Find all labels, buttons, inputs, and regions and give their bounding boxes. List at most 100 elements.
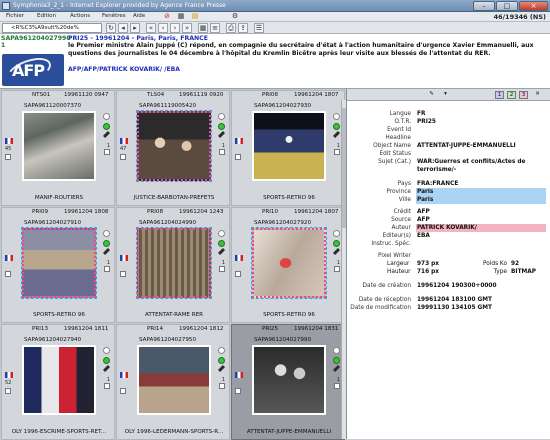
mark-checkbox[interactable]: [219, 383, 225, 389]
flag-icon[interactable]: ▦: [176, 12, 186, 22]
status-green-icon[interactable]: [103, 123, 110, 130]
status-circle-icon[interactable]: [218, 347, 225, 354]
status-circle-icon[interactable]: [218, 113, 225, 120]
status-circle-icon[interactable]: [333, 230, 340, 237]
edit-pencil-icon[interactable]: [333, 365, 340, 372]
select-checkbox[interactable]: [235, 154, 241, 160]
detail-row: Date de réception 19961204 183100 GMT: [347, 296, 550, 304]
status-circle-icon[interactable]: [103, 230, 110, 237]
menu-fichier[interactable]: Fichier: [6, 13, 24, 19]
status-circle-icon[interactable]: [333, 347, 340, 354]
thumbnail-cell[interactable]: NTS01 19961120 0947 SAPA961120007370 45 …: [1, 90, 115, 206]
last-page-icon[interactable]: »: [182, 23, 192, 33]
tab-3[interactable]: 3: [519, 91, 528, 99]
thumbnail-image[interactable]: [21, 227, 97, 299]
grid-view-icon[interactable]: ▦: [198, 23, 208, 33]
thumbnail-image[interactable]: [136, 227, 212, 299]
afp-logo-text: AFP: [12, 61, 45, 80]
detail-label: Crédit: [393, 209, 411, 215]
thumbnail-cell[interactable]: PRI14 19961204 1812 SAPA961204027950 1 O…: [116, 324, 230, 440]
select-checkbox[interactable]: [120, 271, 126, 277]
list-view-icon[interactable]: ≡: [210, 23, 220, 33]
stop-icon[interactable]: ⊘: [162, 12, 172, 22]
print-icon[interactable]: ⎙: [226, 23, 236, 33]
select-checkbox[interactable]: [235, 271, 241, 277]
tab-2[interactable]: 2: [507, 91, 516, 99]
select-checkbox[interactable]: [235, 388, 241, 394]
thumbnail-image[interactable]: [252, 111, 326, 181]
thumbnail-cell[interactable]: PRI10 19961204 1807 SAPA961204027920 1 S…: [231, 207, 345, 323]
query-select[interactable]: <R%C3%A9sult%20de%: [2, 23, 102, 33]
close-panel-icon[interactable]: ✕: [533, 91, 542, 99]
detail-value: PATRICK KOVARIK/: [416, 224, 546, 232]
thumbnail-image[interactable]: [22, 111, 96, 181]
first-page-icon[interactable]: «: [146, 23, 156, 33]
status-circle-icon[interactable]: [333, 113, 340, 120]
mark-checkbox[interactable]: [334, 266, 340, 272]
mark-checkbox[interactable]: [219, 266, 225, 272]
edit-pencil-icon[interactable]: [103, 248, 110, 255]
thumbnail-cell[interactable]: PRI08 19961204 1243 SAPA961204024990 1 A…: [116, 207, 230, 323]
thumbnail-image[interactable]: [137, 345, 211, 415]
status-green-icon[interactable]: [218, 123, 225, 130]
edit-pencil-icon[interactable]: [103, 365, 110, 372]
select-checkbox[interactable]: [5, 388, 11, 394]
dropdown-icon[interactable]: ▾: [441, 91, 450, 99]
status-green-icon[interactable]: [333, 240, 340, 247]
edit-icon[interactable]: ✎: [427, 91, 436, 99]
cell-ref: SAPA961204027920: [254, 220, 312, 226]
select-checkbox[interactable]: [120, 388, 126, 394]
menu-aide[interactable]: Aide: [133, 13, 145, 19]
mark-checkbox[interactable]: [104, 266, 110, 272]
edit-pencil-icon[interactable]: [333, 248, 340, 255]
menu-actions[interactable]: Actions: [70, 13, 90, 19]
edit-pencil-icon[interactable]: [218, 131, 225, 138]
edit-pencil-icon[interactable]: [333, 131, 340, 138]
mark-checkbox[interactable]: [334, 149, 340, 155]
nav-forward-icon[interactable]: ▸: [130, 23, 140, 33]
thumbnail-cell[interactable]: PRI08 19961204 1807 SAPA961204027930 1 S…: [231, 90, 345, 206]
thumbnail-cell[interactable]: PRI25 19961204 1831 SAPA961204027990 1 A…: [231, 324, 345, 440]
mark-checkbox[interactable]: [104, 383, 110, 389]
mark-checkbox[interactable]: [219, 149, 225, 155]
select-checkbox[interactable]: [120, 154, 126, 160]
tab-1[interactable]: 1: [495, 91, 504, 99]
thumbnail-image[interactable]: [22, 345, 96, 415]
minimize-button[interactable]: –: [473, 1, 495, 11]
next-page-icon[interactable]: ›: [170, 23, 180, 33]
edit-pencil-icon[interactable]: [103, 131, 110, 138]
edit-pencil-icon[interactable]: [218, 248, 225, 255]
refresh-icon[interactable]: ↻: [106, 23, 116, 33]
menu-fenetres[interactable]: Fenêtres: [102, 13, 126, 19]
folder-icon[interactable]: ▤: [190, 12, 200, 22]
thumbnail-cell[interactable]: TLS04 19961119 0920 SAPA961119005420 47 …: [116, 90, 230, 206]
status-green-icon[interactable]: [103, 240, 110, 247]
select-checkbox[interactable]: [5, 271, 11, 277]
mark-checkbox[interactable]: [334, 383, 340, 389]
status-green-icon[interactable]: [218, 240, 225, 247]
status-green-icon[interactable]: [333, 357, 340, 364]
status-circle-icon[interactable]: [103, 347, 110, 354]
export-icon[interactable]: ⇪: [238, 23, 248, 33]
thumbnail-image[interactable]: [251, 227, 327, 299]
maximize-button[interactable]: □: [496, 1, 518, 11]
select-checkbox[interactable]: [5, 154, 11, 160]
thumbnail-cell[interactable]: PRI13 19961204 1811 SAPA961204027940 52 …: [1, 324, 115, 440]
thumbnail-image[interactable]: [136, 110, 212, 182]
menu-edition[interactable]: Edition: [37, 13, 56, 19]
thumbnail-image[interactable]: [252, 345, 326, 415]
prev-page-icon[interactable]: ‹: [158, 23, 168, 33]
close-button[interactable]: ×: [519, 1, 548, 11]
status-green-icon[interactable]: [103, 357, 110, 364]
status-green-icon[interactable]: [218, 357, 225, 364]
status-circle-icon[interactable]: [103, 113, 110, 120]
status-green-icon[interactable]: [333, 123, 340, 130]
mark-checkbox[interactable]: [104, 149, 110, 155]
tools-icon[interactable]: ⚙: [230, 12, 240, 22]
settings-icon[interactable]: ☰: [254, 23, 264, 33]
thumbnail-cell[interactable]: PRI09 19961204 1808 SAPA961204027910 1 S…: [1, 207, 115, 323]
edit-pencil-icon[interactable]: [218, 365, 225, 372]
detail-value: 19991130 134105 GMT: [417, 305, 492, 311]
nav-back-icon[interactable]: ◂: [118, 23, 128, 33]
status-circle-icon[interactable]: [218, 230, 225, 237]
